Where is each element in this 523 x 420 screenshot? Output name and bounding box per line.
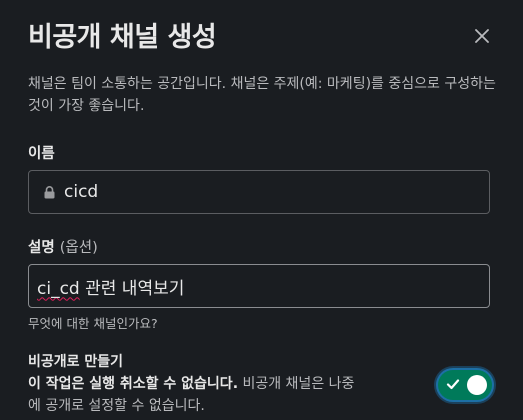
- name-label: 이름: [28, 146, 55, 162]
- purpose-hint: 무엇에 대한 채널인가요?: [28, 316, 158, 331]
- channel-purpose-input[interactable]: ci_cd 관련 내역보기: [28, 264, 490, 308]
- lock-icon: [44, 185, 56, 199]
- misspelled-word: ci_cd: [37, 278, 80, 299]
- make-private-section: 비공개로 만들기 이 작업은 실행 취소할 수 없습니다. 비공개 채널은 나중…: [28, 351, 358, 417]
- channel-name-value: cicd: [64, 182, 99, 202]
- purpose-value-rest: 관련 내역보기: [79, 278, 185, 299]
- create-private-channel-dialog: 비공개 채널 생성 채널은 팀이 소통하는 공간입니다. 채널은 주제(예: 마…: [0, 0, 523, 420]
- close-button[interactable]: [470, 24, 494, 48]
- channel-name-input[interactable]: cicd: [28, 170, 490, 214]
- toggle-knob: [467, 375, 487, 395]
- purpose-label-text: 설명: [28, 240, 55, 256]
- purpose-label: 설명 (옵션): [28, 236, 98, 257]
- channel-purpose-value: ci_cd 관련 내역보기: [37, 274, 184, 299]
- check-icon: [446, 379, 460, 390]
- irreversible-warning: 이 작업은 실행 취소할 수 없습니다.: [28, 376, 239, 392]
- close-icon: [475, 29, 489, 43]
- dialog-description: 채널은 팀이 소통하는 공간입니다. 채널은 주제(예: 마케팅)를 중심으로 …: [28, 76, 496, 114]
- dialog-title: 비공개 채널 생성: [28, 22, 217, 53]
- optional-tag: (옵션): [59, 240, 98, 256]
- make-private-title: 비공개로 만들기: [28, 354, 124, 370]
- make-private-toggle[interactable]: [438, 370, 492, 400]
